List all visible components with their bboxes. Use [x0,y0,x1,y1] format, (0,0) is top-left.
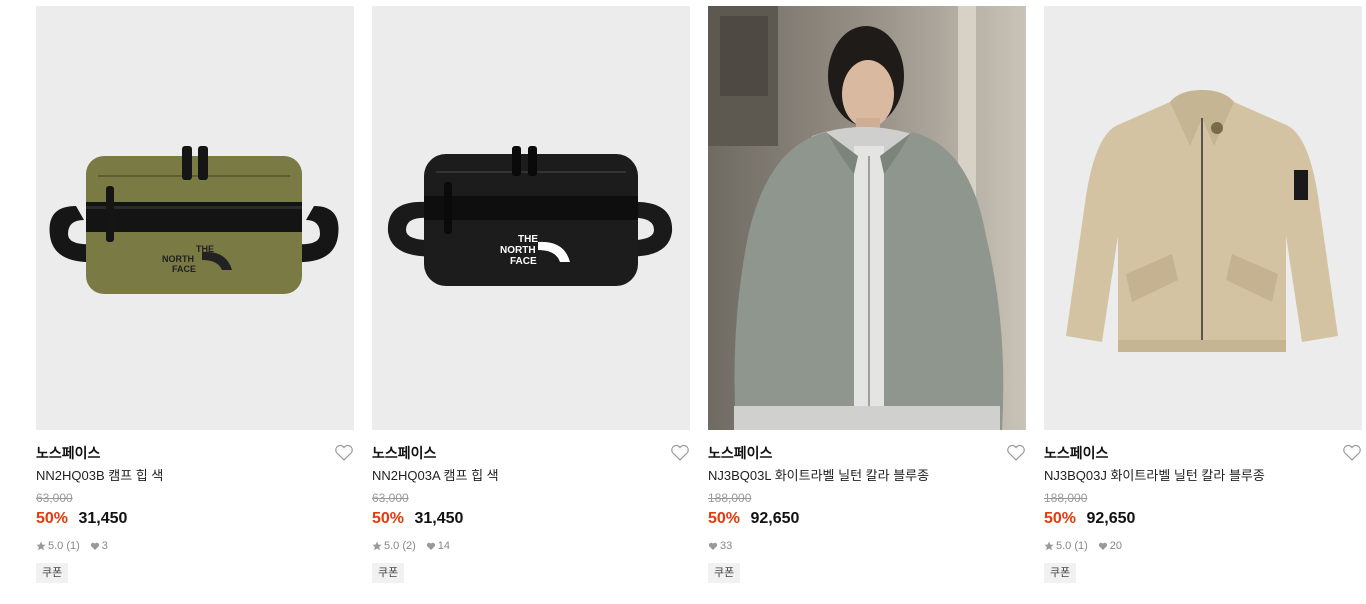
heart-icon [426,542,435,550]
like-count-text: 14 [437,540,451,552]
hip-bag-black-icon: THE NORTH FACE [387,146,673,286]
original-price: 63,000 [372,491,409,505]
rating-text: 5.0 (2) [384,540,416,552]
price-row: 50% 92,650 [1044,507,1362,531]
model-wearing-jacket-photo-icon [708,6,1026,430]
price-row: 50% 31,450 [36,507,354,531]
rating-text: 5.0 (1) [48,540,80,552]
wishlist-heart-icon[interactable] [1342,444,1362,462]
product-card[interactable]: 노스페이스 NJ3BQ03L 화이트라벨 닐턴 칼라 블루종 188,000 5… [708,6,1026,583]
heart-icon [708,542,718,550]
product-brand: 노스페이스 [372,445,437,461]
original-price: 63,000 [36,491,73,505]
product-card[interactable]: THE NORTH FACE 노스페이스 NN2HQ03B 캠프 힙 색 63,… [36,6,354,583]
product-brand: 노스페이스 [36,445,101,461]
bag-logo-text: THE [518,234,538,245]
product-name[interactable]: NJ3BQ03L 화이트라벨 닐턴 칼라 블루종 [708,464,1026,488]
wishlist-heart-icon[interactable] [1006,444,1026,462]
heart-icon [1098,542,1107,550]
product-info: 노스페이스 NN2HQ03B 캠프 힙 색 63,000 50% 31,450 … [36,430,354,583]
product-name[interactable]: NJ3BQ03J 화이트라벨 닐턴 칼라 블루종 [1044,464,1362,488]
bag-logo-text: NORTH [500,245,536,256]
product-info: 노스페이스 NJ3BQ03J 화이트라벨 닐턴 칼라 블루종 188,000 5… [1044,430,1362,583]
product-name[interactable]: NN2HQ03B 캠프 힙 색 [36,464,354,488]
like-count: 14 [426,537,450,555]
product-meta: 5.0 (1) 3 [36,537,354,555]
sale-price: 92,650 [750,510,800,527]
like-count-text: 20 [1109,540,1123,552]
product-name[interactable]: NN2HQ03A 캠프 힙 색 [372,464,690,488]
wishlist-heart-icon[interactable] [334,444,354,462]
product-brand: 노스페이스 [708,445,773,461]
coupon-badge: 쿠폰 [1044,563,1077,583]
like-count: 3 [90,537,108,555]
like-count-text: 3 [101,540,108,552]
product-meta: 33 [708,537,1026,555]
like-count: 33 [708,537,732,555]
rating-text: 5.0 (1) [1056,540,1088,552]
discount-rate: 50% [372,510,405,527]
product-image[interactable]: THE NORTH FACE [36,6,354,430]
product-card[interactable]: 노스페이스 NJ3BQ03J 화이트라벨 닐턴 칼라 블루종 188,000 5… [1044,6,1362,583]
star-icon [36,541,46,551]
bag-logo-text: FACE [172,264,196,274]
price-row: 50% 92,650 [708,507,1026,531]
rating: 5.0 (1) [1044,537,1088,555]
product-info: 노스페이스 NN2HQ03A 캠프 힙 색 63,000 50% 31,450 … [372,430,690,583]
star-icon [1044,541,1054,551]
product-image[interactable]: THE NORTH FACE [372,6,690,430]
sale-price: 92,650 [1086,510,1136,527]
sale-price: 31,450 [414,510,464,527]
wishlist-heart-icon[interactable] [670,444,690,462]
original-price: 188,000 [1044,491,1088,505]
bag-logo-text: FACE [510,256,537,267]
sale-price: 31,450 [78,510,128,527]
like-count: 20 [1098,537,1122,555]
discount-rate: 50% [708,510,741,527]
product-image[interactable] [1044,6,1362,430]
coupon-badge: 쿠폰 [708,563,741,583]
rating: 5.0 (2) [372,537,416,555]
product-meta: 5.0 (1) 20 [1044,537,1362,555]
heart-icon [90,542,99,550]
like-count-text: 33 [720,540,733,552]
discount-rate: 50% [1044,510,1077,527]
rating: 5.0 (1) [36,537,80,555]
beige-jacket-icon [1066,90,1338,352]
coupon-badge: 쿠폰 [372,563,405,583]
original-price: 188,000 [708,491,752,505]
discount-rate: 50% [36,510,69,527]
hip-bag-olive-icon: THE NORTH FACE [49,146,339,294]
product-meta: 5.0 (2) 14 [372,537,690,555]
product-brand: 노스페이스 [1044,445,1109,461]
product-grid: THE NORTH FACE 노스페이스 NN2HQ03B 캠프 힙 색 63,… [36,6,1362,583]
product-image[interactable] [708,6,1026,430]
star-icon [372,541,382,551]
product-card[interactable]: THE NORTH FACE 노스페이스 NN2HQ03A 캠프 힙 색 63,… [372,6,690,583]
coupon-badge: 쿠폰 [36,563,69,583]
price-row: 50% 31,450 [372,507,690,531]
bag-logo-text: NORTH [162,254,194,264]
product-info: 노스페이스 NJ3BQ03L 화이트라벨 닐턴 칼라 블루종 188,000 5… [708,430,1026,583]
